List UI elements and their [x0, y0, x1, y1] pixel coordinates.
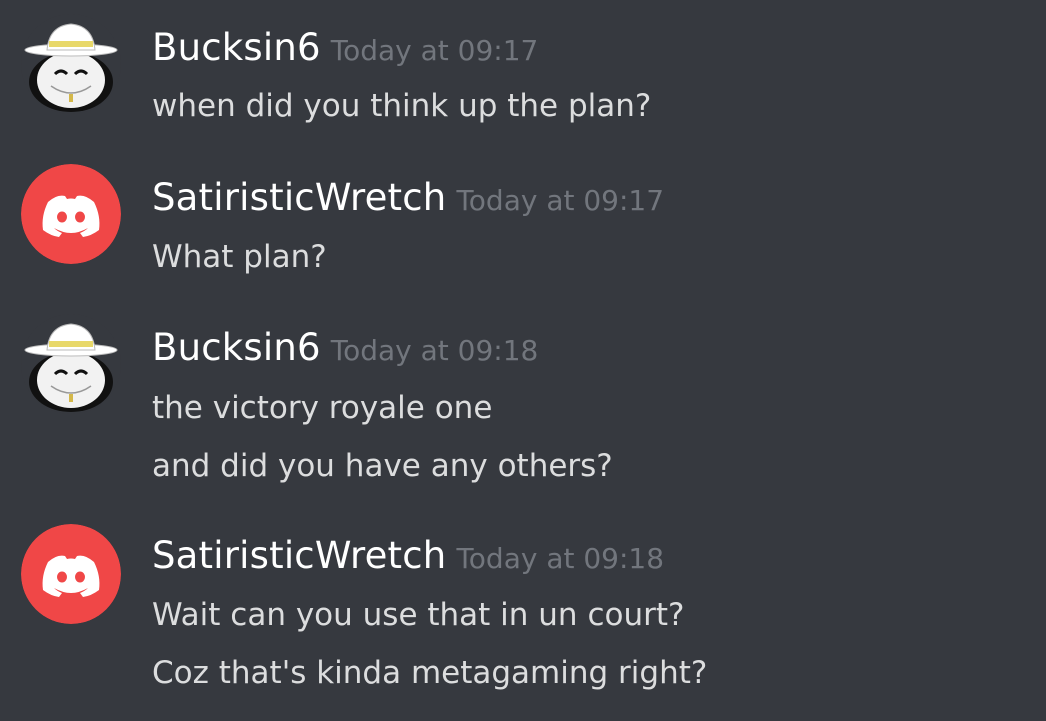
message-text: Coz that's kinda metagaming right?	[152, 655, 708, 691]
timestamp: Today at 09:18	[330, 334, 539, 367]
bucksin-ball-hat-icon[interactable]	[21, 314, 121, 414]
message-header: Bucksin6 Today at 09:17	[152, 26, 538, 69]
timestamp: Today at 09:17	[456, 184, 665, 217]
discord-default-avatar-icon[interactable]	[21, 164, 121, 264]
message-text: and did you have any others?	[152, 448, 613, 484]
chat-message-list: Bucksin6 Today at 09:17 when did you thin…	[0, 0, 1046, 721]
username[interactable]: SatiristicWretch	[152, 534, 446, 577]
username[interactable]: SatiristicWretch	[152, 176, 446, 219]
bucksin-ball-hat-icon[interactable]	[21, 14, 121, 114]
timestamp: Today at 09:17	[330, 34, 539, 67]
message-header: SatiristicWretch Today at 09:18	[152, 534, 664, 577]
message-text: when did you think up the plan?	[152, 88, 652, 124]
message-text: Wait can you use that in un court?	[152, 597, 685, 633]
message-text: What plan?	[152, 239, 327, 275]
message-header: Bucksin6 Today at 09:18	[152, 326, 538, 369]
message-header: SatiristicWretch Today at 09:17	[152, 176, 664, 219]
username[interactable]: Bucksin6	[152, 26, 321, 69]
discord-default-avatar-icon[interactable]	[21, 524, 121, 624]
timestamp: Today at 09:18	[456, 542, 665, 575]
username[interactable]: Bucksin6	[152, 326, 321, 369]
message-text: the victory royale one	[152, 390, 493, 426]
